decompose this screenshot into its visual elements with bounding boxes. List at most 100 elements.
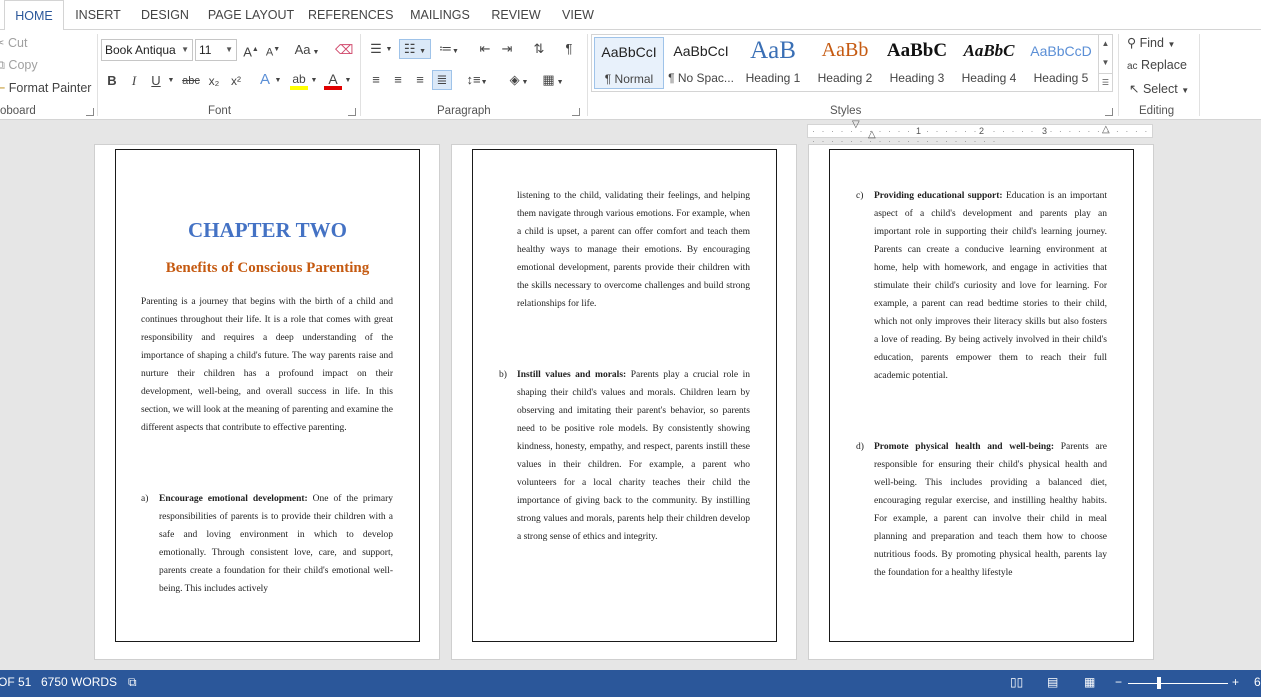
style-no-spacing[interactable]: AaBbCcI ¶ No Spac...	[666, 37, 736, 89]
styles-dialog-launcher[interactable]	[1105, 108, 1113, 116]
cut-label: Cut	[7, 36, 28, 50]
text-effects-icon[interactable]: A	[256, 71, 274, 89]
page-1[interactable]: CHAPTER TWO Benefits of Conscious Parent…	[94, 144, 440, 660]
style-name: Heading 3	[889, 71, 945, 85]
copy-button[interactable]: ⧉ Copy	[0, 58, 38, 73]
highlight-color-icon[interactable]: ab	[290, 70, 308, 90]
pilcrow-icon[interactable]: ¶	[560, 40, 578, 58]
style-heading-4[interactable]: AaBbC Heading 4	[954, 37, 1024, 89]
cut-button[interactable]: ✂ Cut	[0, 35, 27, 50]
style-heading-5[interactable]: AaBbCcD Heading 5	[1026, 37, 1096, 89]
chevron-down-icon[interactable]: ▼	[166, 72, 176, 90]
tab-view[interactable]: VIEW	[556, 0, 600, 30]
paragraph-dialog-launcher[interactable]	[572, 108, 580, 116]
page-count[interactable]: OF 51	[0, 675, 31, 689]
chapter-title: CHAPTER TWO	[188, 218, 347, 242]
style-name: Heading 4	[961, 71, 1017, 85]
shrink-font-icon[interactable]: A▼	[264, 41, 282, 62]
chapter-subtitle: Benefits of Conscious Parenting	[165, 260, 370, 276]
font-size-select[interactable]: 11 ▼	[195, 39, 237, 61]
grow-font-icon[interactable]: A▲	[242, 41, 260, 61]
list-item-body: Instill values and morals: Parents play …	[517, 366, 750, 546]
align-center-icon[interactable]: ≡	[389, 71, 407, 89]
zoom-slider[interactable]	[1128, 683, 1228, 684]
shading-icon[interactable]: ◈ ▼	[505, 71, 533, 92]
tab-review[interactable]: REVIEW	[487, 0, 545, 30]
tab-insert[interactable]: INSERT	[70, 0, 126, 30]
page-2[interactable]: listening to the child, validating their…	[451, 144, 797, 660]
gallery-more-icon[interactable]: ☰	[1098, 73, 1112, 92]
bullets-icon[interactable]: ☰	[367, 40, 385, 58]
italic-button[interactable]: I	[126, 72, 142, 90]
first-line-indent-marker[interactable]: ▽	[852, 119, 860, 130]
page-border: listening to the child, validating their…	[472, 149, 777, 642]
font-dialog-launcher[interactable]	[348, 108, 356, 116]
style-name: Heading 5	[1033, 71, 1089, 85]
style-sample: AaBbC	[886, 40, 948, 61]
document-area[interactable]: CHAPTER TWO Benefits of Conscious Parent…	[0, 120, 1261, 670]
sort-icon[interactable]: ⇅	[530, 40, 548, 58]
tab-design[interactable]: DESIGN	[136, 0, 194, 30]
style-heading-2[interactable]: AaBb Heading 2	[810, 37, 880, 89]
line-spacing-icon[interactable]: ↕≡▼	[464, 71, 490, 92]
find-button[interactable]: ⚲ Find ▼	[1127, 35, 1175, 50]
chevron-down-icon[interactable]: ▼	[344, 72, 352, 90]
subscript-button[interactable]: x₂	[204, 72, 224, 90]
replace-button[interactable]: ac Replace	[1127, 58, 1187, 72]
zoom-out-button[interactable]: −	[1115, 675, 1122, 689]
zoom-in-button[interactable]: +	[1232, 675, 1239, 689]
group-separator	[1199, 34, 1200, 116]
tab-page-layout[interactable]: PAGE LAYOUT	[205, 0, 297, 30]
ribbon-tab-bar: HOME INSERT DESIGN PAGE LAYOUT REFERENCE…	[0, 0, 1261, 31]
font-color-icon[interactable]: A	[324, 70, 342, 90]
gallery-scroll-up-icon[interactable]: ▲	[1098, 35, 1112, 54]
clipboard-dialog-launcher[interactable]	[86, 108, 94, 116]
style-name: ¶ No Spac...	[668, 71, 734, 85]
align-left-icon[interactable]: ≡	[367, 71, 385, 89]
chevron-down-icon[interactable]: ▼	[274, 72, 282, 90]
page-3[interactable]: c) Providing educational support: Educat…	[808, 144, 1154, 660]
multilevel-list-icon[interactable]: ≔▼	[436, 40, 462, 61]
format-painter-button[interactable]: ⌐ Format Painter	[0, 81, 91, 95]
list-item-text: Parents play a crucial role in shaping t…	[517, 370, 750, 542]
decrease-indent-icon[interactable]: ⇤	[476, 40, 494, 58]
borders-icon[interactable]: ▦ ▼	[538, 71, 568, 92]
tab-references[interactable]: REFERENCES	[308, 0, 393, 30]
tab-home[interactable]: HOME	[4, 0, 64, 31]
web-layout-icon[interactable]: ▦	[1084, 675, 1095, 689]
numbering-icon[interactable]: ☷ ▼	[399, 39, 431, 59]
gallery-scroll-down-icon[interactable]: ▼	[1098, 54, 1112, 73]
binoculars-icon: ⚲	[1127, 36, 1137, 50]
chevron-down-icon: ▼	[181, 45, 189, 54]
font-family-select[interactable]: Book Antiqua ▼	[101, 39, 193, 61]
select-button[interactable]: ↖ Select ▼	[1129, 81, 1189, 96]
superscript-button[interactable]: x²	[226, 72, 246, 90]
underline-button[interactable]: U	[148, 72, 164, 90]
word-count[interactable]: 6750 WORDS	[41, 675, 117, 689]
zoom-level[interactable]: 6	[1254, 675, 1261, 689]
chevron-down-icon[interactable]: ▼	[385, 41, 393, 59]
style-name: ¶ Normal	[604, 72, 654, 86]
clear-formatting-icon[interactable]: ⌫	[335, 41, 353, 59]
increase-indent-icon[interactable]: ⇥	[498, 40, 516, 58]
align-right-icon[interactable]: ≡	[411, 71, 429, 89]
scissors-icon: ✂	[0, 36, 4, 50]
read-mode-icon[interactable]: ▯▯	[1010, 675, 1023, 689]
justify-icon[interactable]: ≣	[432, 70, 452, 90]
change-case-button[interactable]: Aa ▼	[293, 41, 321, 62]
style-normal[interactable]: AaBbCcI ¶ Normal	[594, 37, 664, 89]
horizontal-ruler[interactable]: · · · · · · · · · · · · · · · · · · · · …	[807, 119, 1153, 146]
zoom-slider-thumb[interactable]	[1157, 677, 1161, 689]
proofing-icon[interactable]: ⧉	[128, 675, 137, 690]
hanging-indent-marker[interactable]: △	[868, 129, 876, 140]
style-heading-1[interactable]: AaB Heading 1	[738, 37, 808, 89]
chevron-down-icon[interactable]: ▼	[310, 72, 318, 90]
style-heading-3[interactable]: AaBbC Heading 3	[882, 37, 952, 89]
tab-mailings[interactable]: MAILINGS	[404, 0, 476, 30]
list-item-text: Parents are responsible for ensuring the…	[874, 442, 1107, 578]
bold-button[interactable]: B	[104, 72, 120, 90]
print-layout-icon[interactable]: ▤	[1047, 675, 1058, 689]
right-indent-marker[interactable]: △	[1102, 124, 1110, 135]
cursor-icon: ↖	[1129, 82, 1140, 96]
strikethrough-button[interactable]: abc	[180, 72, 202, 90]
